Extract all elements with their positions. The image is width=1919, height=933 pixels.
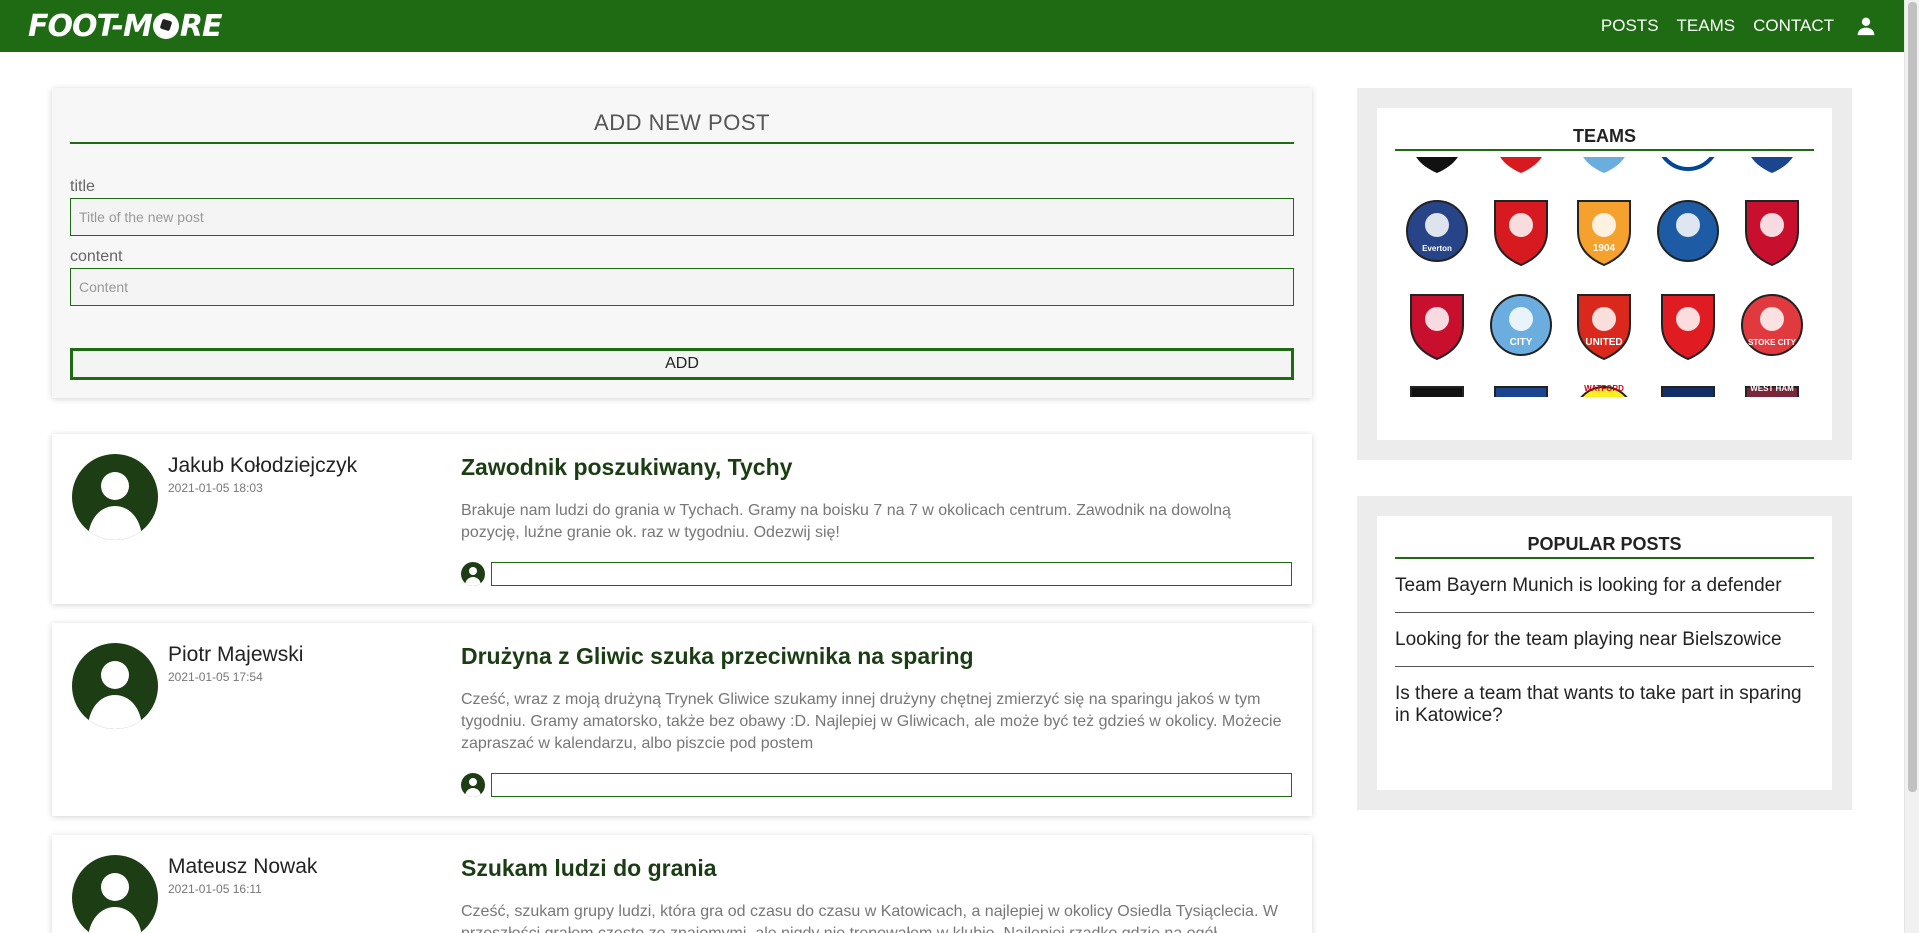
popular-inner: POPULAR POSTS Team Bayern Munich is look…: [1377, 516, 1832, 790]
crest-partial-icon[interactable]: WEST HAM: [1730, 381, 1814, 397]
crest-label: STOKE CITY: [1748, 338, 1797, 347]
comment-row: [461, 562, 1292, 586]
commenter-avatar: [461, 773, 485, 797]
post-date: 2021-01-05 16:11: [168, 882, 262, 896]
author-avatar[interactable]: [72, 855, 158, 933]
page-scrollbar[interactable]: [1904, 0, 1919, 933]
crest-partial-icon[interactable]: [1479, 157, 1563, 175]
nav-contact[interactable]: CONTACT: [1753, 16, 1834, 36]
popular-posts-title: POPULAR POSTS: [1395, 534, 1814, 559]
scrollbar-thumb[interactable]: [1908, 2, 1917, 792]
comment-row: [461, 773, 1292, 797]
crest-middlesbrough-icon[interactable]: [1646, 287, 1730, 363]
content-label: content: [70, 248, 123, 265]
nav-teams[interactable]: TEAMS: [1677, 16, 1736, 36]
post-author[interactable]: Piotr Majewski: [168, 643, 303, 667]
title-input[interactable]: [70, 198, 1294, 236]
author-avatar[interactable]: [72, 643, 158, 729]
crest-partial-icon[interactable]: [1563, 157, 1647, 175]
add-post-card: ADD NEW POST title content ADD: [52, 88, 1312, 398]
add-post-button[interactable]: ADD: [70, 348, 1294, 380]
avatar-person-icon: [465, 778, 481, 797]
content-input[interactable]: [70, 268, 1294, 306]
main-nav: POSTS TEAMS CONTACT: [1601, 16, 1876, 36]
title-label: title: [70, 178, 95, 195]
crest-label: UNITED: [1586, 337, 1623, 348]
avatar-person-icon: [88, 873, 142, 933]
add-post-heading: ADD NEW POST: [70, 110, 1294, 144]
avatar-person-icon: [88, 472, 142, 540]
top-navbar: FOOT-M RE POSTS TEAMS CONTACT: [0, 0, 1904, 52]
teams-widget: TEAMS Everton 1904 CITY UNITED STOKE CITY WAT…: [1357, 88, 1852, 460]
crest-label: CITY: [1509, 337, 1532, 348]
popular-post-link[interactable]: Team Bayern Munich is looking for a defe…: [1395, 559, 1814, 613]
post-date: 2021-01-05 18:03: [168, 481, 263, 495]
post-card: Mateusz Nowak 2021-01-05 16:11 Szukam lu…: [52, 835, 1312, 933]
post-date: 2021-01-05 17:54: [168, 670, 263, 684]
crest-everton-icon[interactable]: Everton: [1395, 193, 1479, 269]
comment-input[interactable]: [491, 773, 1292, 797]
crest-partial-icon[interactable]: [1395, 157, 1479, 175]
commenter-avatar: [461, 562, 485, 586]
crest-partial-icon[interactable]: [1479, 381, 1563, 397]
football-icon: [152, 13, 179, 39]
post-content: Brakuje nam ludzi do grania w Tychach. G…: [461, 502, 1231, 541]
user-icon[interactable]: [1856, 16, 1876, 36]
site-logo[interactable]: FOOT-M RE: [28, 8, 223, 44]
crest-hull-icon[interactable]: 1904: [1563, 193, 1647, 269]
crest-leicester-icon[interactable]: [1646, 193, 1730, 269]
nav-posts[interactable]: POSTS: [1601, 16, 1659, 36]
post-title[interactable]: Szukam ludzi do grania: [461, 855, 717, 882]
crest-label: WATFORD: [1585, 384, 1625, 393]
crest-mancity-icon[interactable]: CITY: [1479, 287, 1563, 363]
crest-liverpool-icon[interactable]: [1730, 193, 1814, 269]
comment-input[interactable]: [491, 562, 1292, 586]
logo-text-left: FOOT-M: [28, 8, 153, 44]
crest-label: WEST HAM: [1750, 384, 1794, 393]
post-card: Jakub Kołodziejczyk 2021-01-05 18:03 Zaw…: [52, 434, 1312, 604]
teams-inner: TEAMS Everton 1904 CITY UNITED STOKE CITY WAT…: [1377, 108, 1832, 440]
author-avatar[interactable]: [72, 454, 158, 540]
crest-label: 1904: [1593, 243, 1616, 254]
popular-post-link[interactable]: Looking for the team playing near Bielsz…: [1395, 613, 1814, 667]
popular-post-link[interactable]: Is there a team that wants to take part …: [1395, 667, 1814, 742]
post-content: Cześć, wraz z moją drużyną Trynek Gliwic…: [461, 691, 1282, 752]
teams-title: TEAMS: [1395, 126, 1814, 151]
crest-sunderland-icon[interactable]: [1395, 287, 1479, 363]
avatar-person-icon: [465, 567, 481, 586]
crest-stoke-icon[interactable]: STOKE CITY: [1730, 287, 1814, 363]
team-logos-grid[interactable]: Everton 1904 CITY UNITED STOKE CITY WATFORD WE…: [1395, 157, 1814, 401]
post-author[interactable]: Mateusz Nowak: [168, 855, 317, 879]
avatar-person-icon: [88, 661, 142, 729]
crest-partial-icon[interactable]: [1646, 381, 1730, 397]
post-card: Piotr Majewski 2021-01-05 17:54 Drużyna …: [52, 623, 1312, 816]
logo-text-right: RE: [179, 8, 223, 44]
crest-partial-icon[interactable]: [1730, 157, 1814, 175]
post-content: Cześć, szukam grupy ludzi, która gra od …: [461, 903, 1278, 933]
crest-label: Everton: [1422, 244, 1452, 253]
crest-manutd-icon[interactable]: UNITED: [1563, 287, 1647, 363]
crest-partial-icon[interactable]: [1395, 381, 1479, 397]
crest-partial-icon[interactable]: WATFORD: [1563, 381, 1647, 397]
crest-southampton-icon[interactable]: [1479, 193, 1563, 269]
crest-partial-icon[interactable]: [1646, 157, 1730, 175]
popular-posts-widget: POPULAR POSTS Team Bayern Munich is look…: [1357, 496, 1852, 810]
post-title[interactable]: Drużyna z Gliwic szuka przeciwnika na sp…: [461, 643, 974, 670]
post-author[interactable]: Jakub Kołodziejczyk: [168, 454, 357, 478]
post-title[interactable]: Zawodnik poszukiwany, Tychy: [461, 454, 792, 481]
